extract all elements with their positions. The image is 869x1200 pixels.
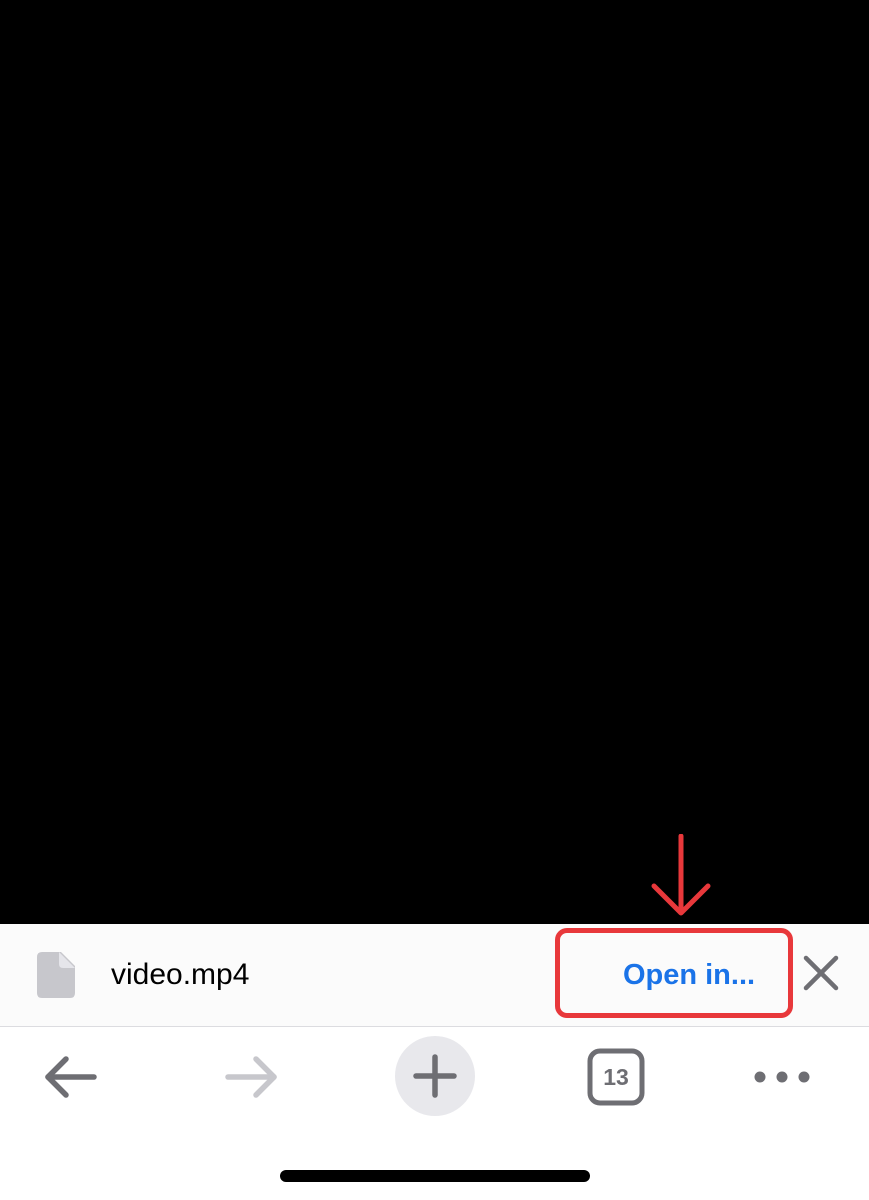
browser-screen: video.mp4 Open in... 13 bbox=[0, 0, 869, 1200]
plus-icon bbox=[413, 1054, 457, 1098]
home-indicator[interactable] bbox=[280, 1170, 590, 1182]
download-file-name: video.mp4 bbox=[111, 958, 250, 991]
back-arrow-icon[interactable] bbox=[40, 1050, 100, 1104]
document-icon bbox=[37, 952, 75, 998]
arrow-down-icon bbox=[651, 834, 711, 916]
tab-switcher-button[interactable]: 13 bbox=[586, 1047, 646, 1107]
video-content-area[interactable] bbox=[0, 0, 869, 924]
tab-count: 13 bbox=[603, 1064, 629, 1090]
open-in-button[interactable]: Open in... bbox=[610, 954, 768, 996]
forward-arrow-icon[interactable] bbox=[222, 1050, 282, 1104]
new-tab-button[interactable] bbox=[395, 1036, 475, 1116]
more-dots-icon[interactable] bbox=[752, 1060, 812, 1094]
close-icon[interactable] bbox=[800, 952, 842, 994]
